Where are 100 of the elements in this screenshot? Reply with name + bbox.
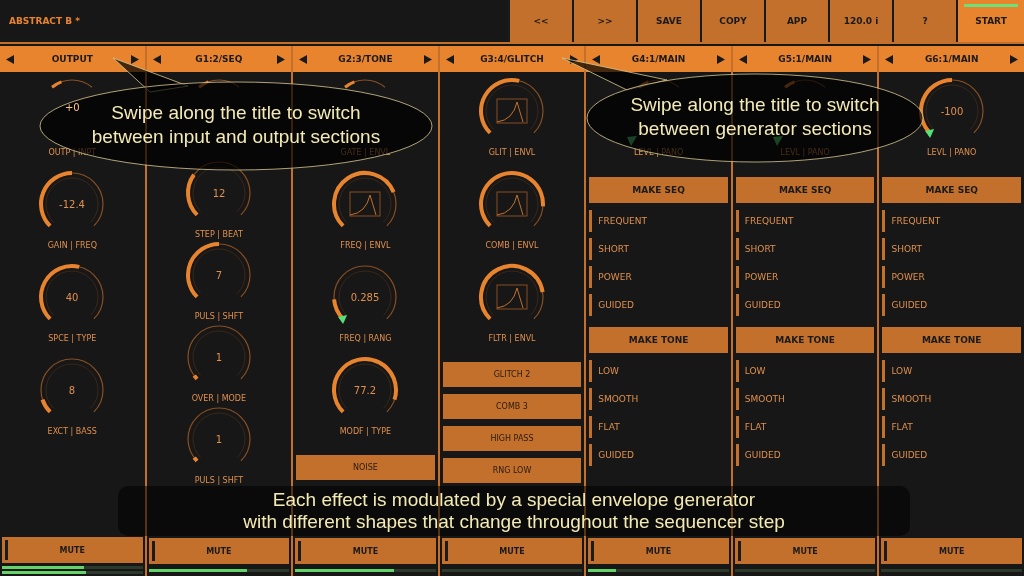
section-title: G2:3/TONE <box>338 54 393 64</box>
knob-value: 12 <box>212 188 226 199</box>
preset-list-item[interactable]: GUIDED <box>735 291 875 319</box>
preset-list-item[interactable]: LOW <box>589 357 728 385</box>
preset-list-item[interactable]: FLAT <box>882 413 1021 441</box>
toolbar-button[interactable]: COPY <box>700 0 764 42</box>
effect-button[interactable]: RNG LOW <box>442 458 582 483</box>
preset-list-item[interactable]: POWER <box>589 263 728 291</box>
preset-list-item[interactable]: FLAT <box>735 413 875 441</box>
knob-value: 40 <box>65 292 79 303</box>
toolbar-button[interactable]: >> <box>572 0 636 42</box>
preset-list-item[interactable]: SMOOTH <box>735 385 875 413</box>
effect-button[interactable]: GLITCH 2 <box>442 362 582 387</box>
knob-value: 77.2 <box>354 385 377 396</box>
left-arrow-icon[interactable] <box>6 54 14 64</box>
knob-value: 1 <box>215 434 223 445</box>
section-heading-button[interactable]: MAKE TONE <box>882 327 1021 353</box>
caption-text: Each effect is modulated by a special envelope generator with different shapes that change throughout the sequencer step <box>243 489 785 533</box>
mute-button[interactable]: MUTE <box>148 538 290 564</box>
preset-list-item[interactable]: FREQUENT <box>589 207 728 235</box>
effect-button[interactable]: NOISE <box>296 455 435 480</box>
right-arrow-icon[interactable] <box>277 54 286 64</box>
right-arrow-icon[interactable] <box>423 54 432 64</box>
knob[interactable]: 0.285 <box>330 262 401 332</box>
knob-label: PULS | SHFT <box>194 476 244 485</box>
preset-list-item[interactable]: GUIDED <box>735 441 875 469</box>
section-heading-button[interactable]: MAKE SEQ <box>735 177 875 203</box>
preset-list-item[interactable]: FLAT <box>589 413 728 441</box>
preset-list-item[interactable]: GUIDED <box>589 291 728 319</box>
knob-label: SPCE | TYPE <box>48 334 97 343</box>
preset-list-item[interactable]: LOW <box>882 357 1021 385</box>
knob-label: FREQ | RANG <box>339 334 392 343</box>
section-header[interactable]: G5:1/MAIN <box>732 46 878 72</box>
preset-list-item[interactable]: SMOOTH <box>589 385 728 413</box>
right-arrow-icon[interactable] <box>716 54 725 64</box>
preset-list-item[interactable]: GUIDED <box>882 291 1021 319</box>
section-header[interactable]: G3:4/GLITCH <box>439 46 585 72</box>
section-heading-button[interactable]: MAKE TONE <box>735 327 875 353</box>
knob-label: STEP | BEAT <box>194 230 243 239</box>
right-arrow-icon[interactable] <box>1009 54 1018 64</box>
left-arrow-icon[interactable] <box>299 54 308 64</box>
section-heading-button[interactable]: MAKE SEQ <box>589 177 728 203</box>
effect-button[interactable]: HIGH PASS <box>442 426 582 451</box>
knob[interactable]: -12.4 <box>37 169 108 239</box>
left-arrow-icon[interactable] <box>445 54 454 64</box>
section-heading-button[interactable]: MAKE TONE <box>589 327 728 353</box>
section-header[interactable]: G4:1/MAIN <box>586 46 731 72</box>
knob-label: LEVL | PANO <box>927 148 977 157</box>
toolbar-button[interactable]: SAVE <box>636 0 700 42</box>
knob-value: 8 <box>69 385 76 396</box>
toolbar-button[interactable]: START <box>956 0 1024 42</box>
mute-button[interactable]: MUTE <box>295 538 436 564</box>
preset-list-item[interactable]: LOW <box>735 357 875 385</box>
left-arrow-icon[interactable] <box>885 54 894 64</box>
right-arrow-icon[interactable] <box>863 54 872 64</box>
effect-button[interactable]: COMB 3 <box>442 394 582 419</box>
knob-value: -100 <box>940 106 964 117</box>
left-arrow-icon[interactable] <box>152 54 161 64</box>
knob-label: GLIT | ENVL <box>488 148 536 157</box>
section-header[interactable]: OUTPUT <box>0 46 145 72</box>
knob-value: 7 <box>215 270 223 281</box>
knob-label: PULS | SHFT <box>194 312 244 321</box>
knob[interactable]: 7 <box>183 240 254 310</box>
section-header[interactable]: G2:3/TONE <box>293 46 438 72</box>
knob-label: FLTR | ENVL <box>488 334 536 343</box>
knob[interactable]: 77.2 <box>330 355 401 425</box>
mute-button[interactable]: MUTE <box>734 538 876 564</box>
section-header[interactable]: G6:1/MAIN <box>879 46 1024 72</box>
knob[interactable]: 8 <box>37 355 108 425</box>
knob-label: EXCT | BASS <box>47 427 97 436</box>
preset-list-item[interactable]: GUIDED <box>589 441 728 469</box>
section-header[interactable]: G1:2/SEQ <box>146 46 292 72</box>
knob[interactable]: 1 <box>183 404 254 474</box>
knob-value: 1 <box>215 352 223 363</box>
knob-value: -12.4 <box>59 199 86 210</box>
right-arrow-icon[interactable] <box>130 54 139 64</box>
knob[interactable]: 1 <box>183 322 254 392</box>
toolbar-button[interactable]: << <box>508 0 572 42</box>
knob[interactable]: 40 <box>37 262 108 332</box>
section-title: G3:4/GLITCH <box>480 54 544 64</box>
preset-list-item[interactable]: SHORT <box>589 235 728 263</box>
preset-list-item[interactable]: SHORT <box>735 235 875 263</box>
mute-button[interactable]: MUTE <box>588 538 729 564</box>
section-heading-button[interactable]: MAKE SEQ <box>882 177 1021 203</box>
mute-button[interactable]: MUTE <box>2 537 143 563</box>
preset-list-item[interactable]: POWER <box>735 263 875 291</box>
preset-list-item[interactable]: FREQUENT <box>735 207 875 235</box>
toolbar-button[interactable]: APP <box>764 0 828 42</box>
mute-button[interactable]: MUTE <box>441 538 583 564</box>
preset-list-item[interactable]: SMOOTH <box>882 385 1021 413</box>
toolbar-button[interactable]: 120.0 i <box>828 0 892 42</box>
left-arrow-icon[interactable] <box>592 54 601 64</box>
preset-list-item[interactable]: SHORT <box>882 235 1021 263</box>
preset-list-item[interactable]: FREQUENT <box>882 207 1021 235</box>
preset-list-item[interactable]: POWER <box>882 263 1021 291</box>
toolbar-button[interactable]: ? <box>892 0 956 42</box>
mute-button[interactable]: MUTE <box>881 538 1022 564</box>
left-arrow-icon[interactable] <box>738 54 747 64</box>
preset-list-item[interactable]: GUIDED <box>882 441 1021 469</box>
knob-label: MODF | TYPE <box>339 427 392 436</box>
